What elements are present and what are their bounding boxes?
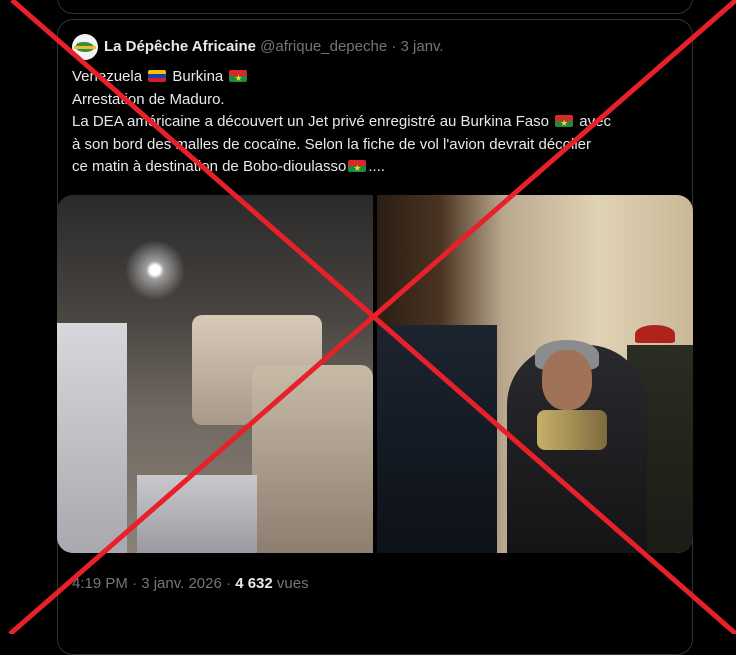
false-content-cross-overlay	[8, 0, 736, 634]
